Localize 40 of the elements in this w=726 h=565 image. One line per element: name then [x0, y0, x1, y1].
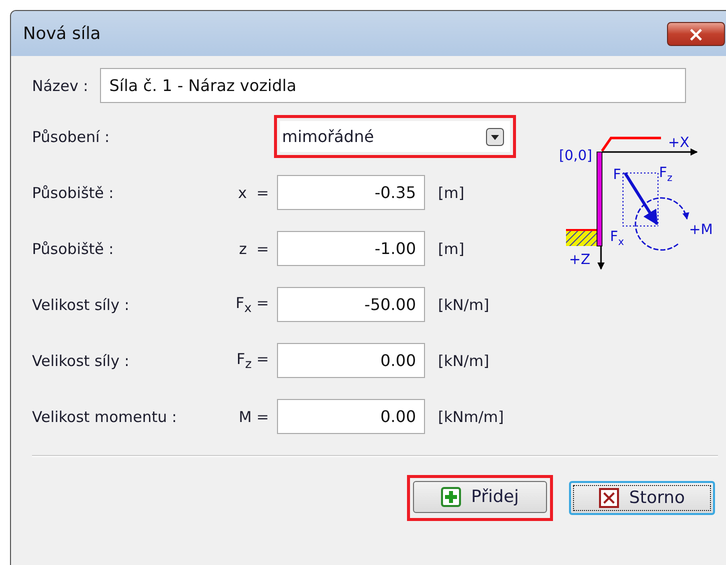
field-label: Velikost síly :: [32, 352, 130, 370]
plus-icon: [441, 487, 462, 507]
unit-label: [m]: [438, 184, 464, 202]
z-axis-arrow: [597, 246, 605, 270]
unit-label: [kN/m]: [438, 352, 490, 370]
window-title: Nová síla: [22, 24, 101, 44]
value-field[interactable]: -0.35: [277, 175, 425, 210]
value-field[interactable]: 0.00: [277, 343, 425, 378]
unit-label: [m]: [438, 240, 464, 258]
moment-arrow: [634, 197, 689, 251]
field-label: Velikost momentu :: [32, 408, 178, 426]
field-label: Název :: [32, 76, 88, 94]
value-field[interactable]: -50.00: [277, 287, 425, 322]
axis-label: +Z: [569, 252, 590, 268]
force-label: F$_{z}$: [659, 165, 672, 184]
force-label: F$_{x}$: [610, 229, 624, 248]
force-label: F: [613, 167, 622, 183]
symbol-label: F$_{x}$ =: [234, 294, 270, 315]
value-field[interactable]: -1.00: [277, 231, 425, 266]
close-button[interactable]: ×: [667, 22, 725, 46]
symbol-label: x =: [237, 184, 270, 202]
symbol-label: F$_{z}$ =: [235, 350, 270, 371]
unit-label: [kN/m]: [438, 296, 490, 314]
origin-label: [0,0]: [559, 148, 592, 164]
cross-icon: [599, 488, 620, 508]
field-label: Působení :: [32, 128, 111, 146]
force-components-drawing: [622, 172, 658, 226]
symbol-label: z =: [238, 240, 270, 258]
axis-label: +X: [668, 135, 690, 151]
field-label: Působiště :: [32, 240, 115, 258]
field-label: Velikost síly :: [32, 296, 130, 314]
cancel-button[interactable]: Storno: [569, 481, 715, 515]
value-field[interactable]: 0.00: [277, 399, 425, 434]
symbol-label: M =: [238, 408, 270, 426]
moment-label: +M: [689, 222, 713, 238]
field-label: Působiště :: [32, 184, 115, 202]
action-dropdown[interactable]: mimořádné: [280, 121, 510, 152]
name-field[interactable]: Síla č. 1 - Náraz vozidla: [100, 68, 686, 103]
add-button[interactable]: Přidej: [413, 481, 547, 513]
unit-label: [kNm/m]: [438, 408, 504, 426]
